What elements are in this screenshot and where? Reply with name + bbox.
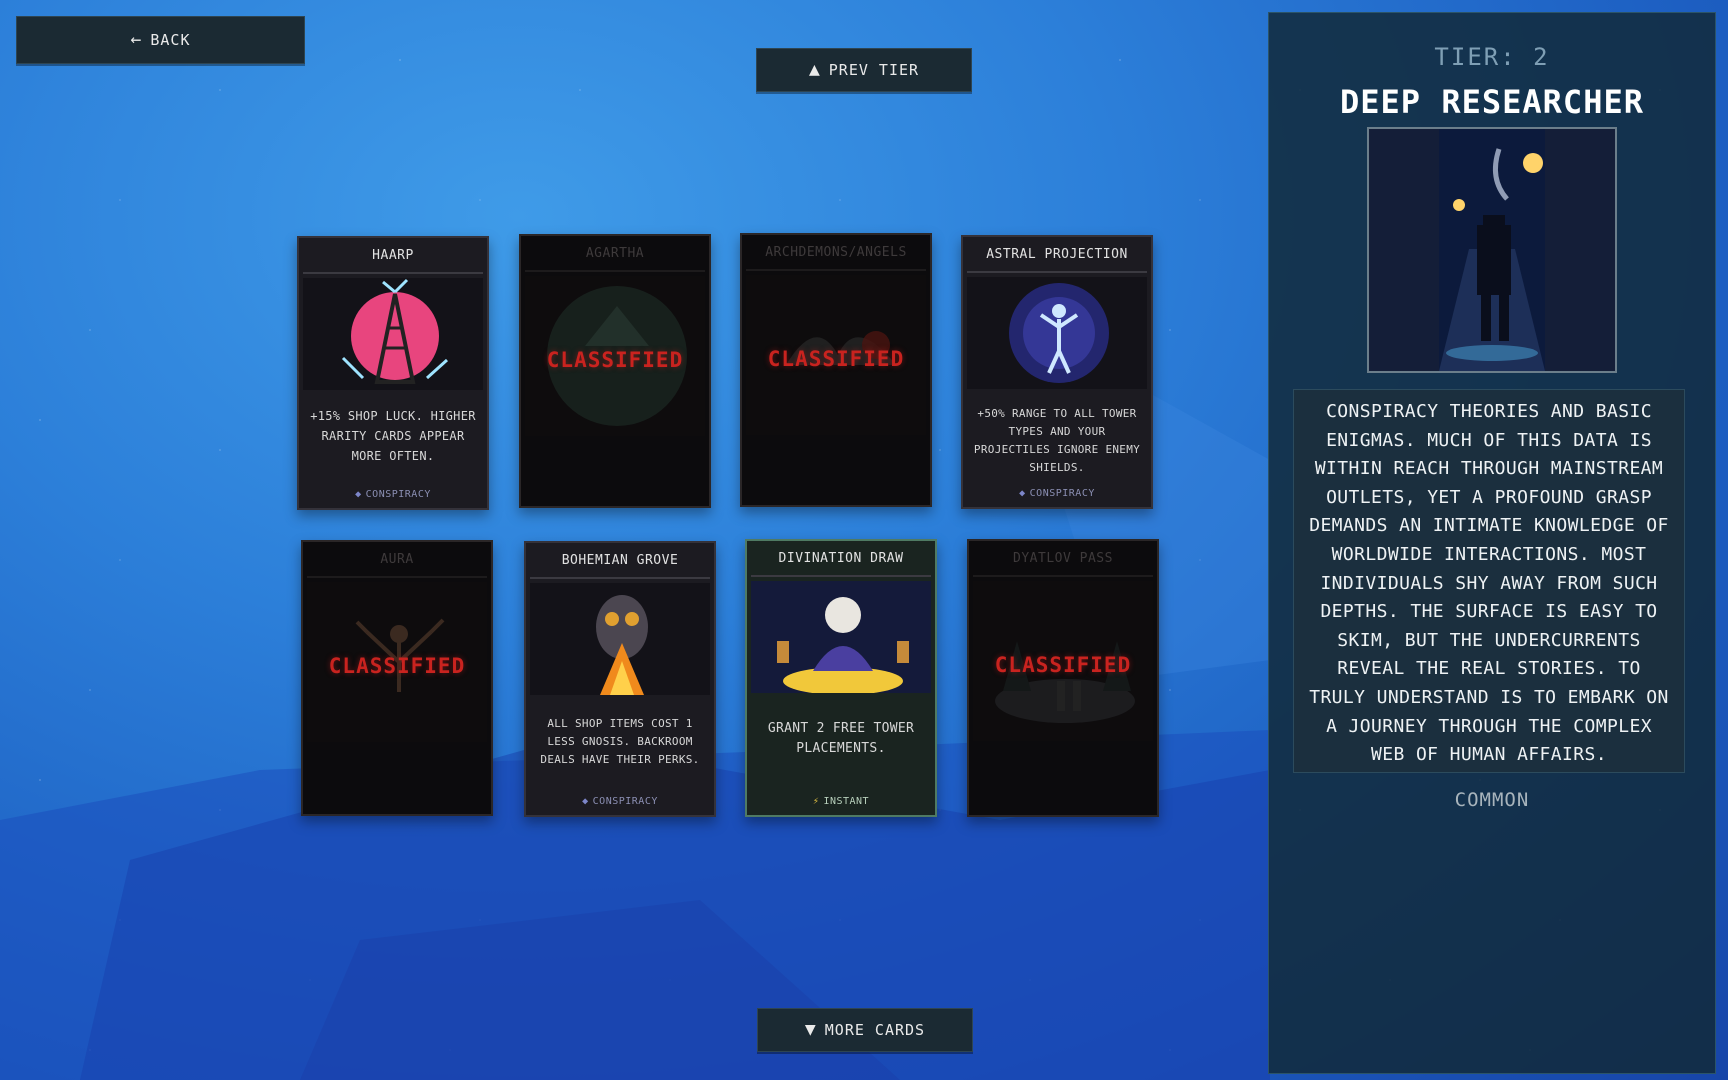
card-art-aura: CLASSIFIED	[307, 582, 487, 742]
card-title: DYATLOV PASS	[973, 541, 1153, 577]
card-bohemian-grove[interactable]: BOHEMIAN GROVE ALL SHOP ITEMS COST 1 LES…	[524, 541, 716, 817]
classified-label: CLASSIFIED	[546, 348, 684, 372]
more-cards-button[interactable]: ▼ MORE CARDS	[757, 1008, 973, 1052]
classified-label: CLASSIFIED	[767, 347, 905, 371]
card-description: +50% RANGE TO ALL TOWER TYPES AND YOUR P…	[973, 407, 1141, 474]
card-title: BOHEMIAN GROVE	[530, 543, 710, 579]
researcher-portrait	[1367, 127, 1617, 373]
card-title: DIVINATION DRAW	[751, 541, 931, 577]
classified-label: CLASSIFIED	[328, 654, 466, 678]
back-label: BACK	[150, 31, 191, 49]
card-art-dyatlov-pass: CLASSIFIED	[973, 581, 1153, 741]
card-tag: ◆ CONSPIRACY	[1019, 488, 1095, 499]
back-button[interactable]: ← BACK	[16, 16, 305, 64]
diamond-icon: ◆	[355, 489, 362, 500]
card-astral-projection[interactable]: ASTRAL PROJECTION +50% RANGE TO ALL TOWE…	[961, 235, 1153, 509]
more-cards-label: MORE CARDS	[824, 1021, 926, 1039]
card-art-agartha: CLASSIFIED	[525, 276, 705, 436]
card-title: ASTRAL PROJECTION	[967, 237, 1147, 273]
card-title: AGARTHA	[525, 236, 705, 272]
tier-description: CONSPIRACY THEORIES AND BASIC ENIGMAS. M…	[1293, 389, 1685, 773]
rarity-label: COMMON	[1454, 789, 1530, 811]
card-title: ARCHDEMONS/ANGELS	[746, 235, 926, 271]
card-art-divination-draw	[751, 581, 931, 693]
card-description: ALL SHOP ITEMS COST 1 LESS GNOSIS. BACKR…	[540, 717, 700, 766]
card-art-bohemian-grove	[530, 583, 710, 695]
prev-tier-button[interactable]: ▲ PREV TIER	[756, 48, 972, 92]
tier-label: TIER: 2	[1434, 43, 1550, 71]
card-art-astral-projection	[967, 277, 1147, 389]
diamond-icon: ◆	[1019, 488, 1026, 499]
card-archdemons-angels[interactable]: ARCHDEMONS/ANGELS CLASSIFIED	[740, 233, 932, 507]
card-description: GRANT 2 FREE TOWER PLACEMENTS.	[767, 721, 915, 756]
card-aura[interactable]: AURA CLASSIFIED	[301, 540, 493, 816]
card-description: +15% SHOP LUCK. HIGHER RARITY CARDS APPE…	[310, 409, 476, 463]
card-divination-draw[interactable]: DIVINATION DRAW GRANT 2 FREE TOWER PLACE…	[745, 539, 937, 817]
prev-tier-label: PREV TIER	[828, 61, 920, 79]
card-tag: ⚡ INSTANT	[812, 796, 870, 807]
classified-label: CLASSIFIED	[994, 653, 1132, 677]
card-title: HAARP	[303, 238, 483, 274]
detail-panel: TIER: 2 DEEP RESEARCHER CONSPIRACY THEOR…	[1268, 12, 1716, 1074]
card-agartha[interactable]: AGARTHA CLASSIFIED	[519, 234, 711, 508]
arrow-left-icon: ←	[130, 29, 143, 50]
card-title: AURA	[307, 542, 487, 578]
lightning-icon: ⚡	[812, 796, 820, 807]
diamond-icon: ◆	[582, 796, 589, 807]
card-tag: ◆ CONSPIRACY	[355, 489, 431, 500]
triangle-up-icon: ▲	[808, 59, 821, 80]
profile-title: DEEP RESEARCHER	[1340, 83, 1644, 121]
card-art-archdemons: CLASSIFIED	[746, 275, 926, 435]
card-dyatlov-pass[interactable]: DYATLOV PASS CLASSIFIED	[967, 539, 1159, 817]
card-art-haarp	[303, 278, 483, 390]
card-haarp[interactable]: HAARP +15% SHOP LUCK. HIGHER RARITY CARD…	[297, 236, 489, 510]
card-tag: ◆ CONSPIRACY	[582, 796, 658, 807]
triangle-down-icon: ▼	[804, 1019, 817, 1040]
